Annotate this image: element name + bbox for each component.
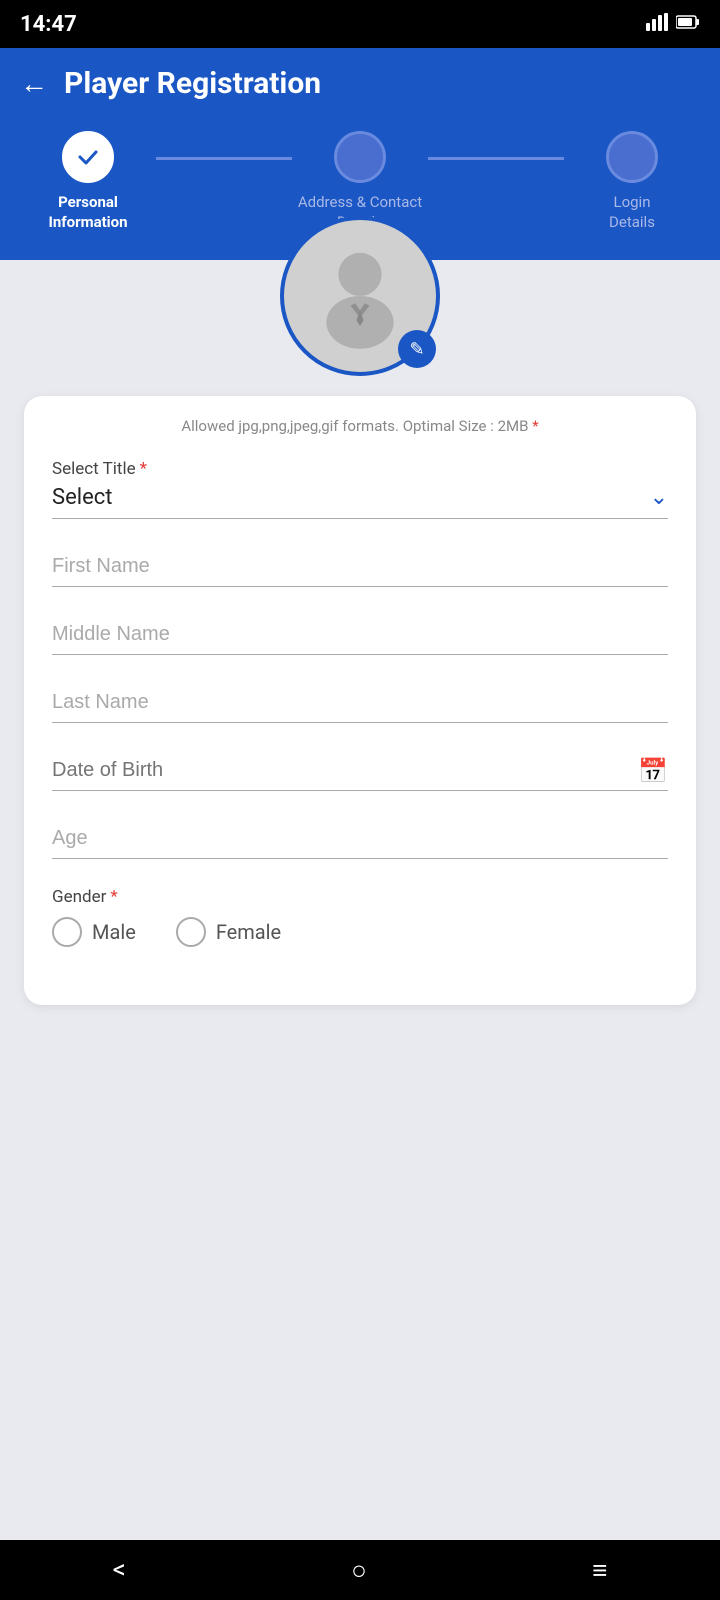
gender-female-option[interactable]: Female — [176, 917, 281, 947]
status-time: 14:47 — [20, 12, 77, 37]
status-icons — [646, 13, 700, 36]
middle-name-field-group — [52, 615, 668, 655]
age-field-group — [52, 819, 668, 859]
title-label: Select Title * — [52, 459, 668, 479]
nav-home-button[interactable]: ○ — [321, 1547, 397, 1594]
step-3-label: LoginDetails — [609, 193, 655, 232]
age-input[interactable] — [52, 819, 668, 859]
step-2-circle — [334, 131, 386, 183]
male-label: Male — [92, 920, 136, 944]
gender-male-option[interactable]: Male — [52, 917, 136, 947]
connector-1-2 — [156, 157, 292, 160]
chevron-down-icon: ⌄ — [650, 485, 668, 510]
calendar-icon[interactable]: 📅 — [638, 757, 668, 785]
nav-back-button[interactable]: < — [83, 1547, 156, 1593]
title-field-group: Select Title * Select ⌄ — [52, 459, 668, 519]
step-1-label: PersonalInformation — [48, 193, 127, 232]
connector-2-3 — [428, 157, 564, 160]
first-name-field-group — [52, 547, 668, 587]
title-select[interactable]: Select ⌄ — [52, 485, 668, 519]
edit-icon: ✎ — [409, 339, 424, 360]
main-content: ✎ Allowed jpg,png,jpeg,gif formats. Opti… — [0, 260, 720, 1540]
signal-icon — [646, 13, 668, 36]
status-bar: 14:47 — [0, 0, 720, 48]
last-name-input[interactable] — [52, 683, 668, 723]
avatar-section: ✎ — [280, 216, 440, 376]
photo-hint: Allowed jpg,png,jpeg,gif formats. Optima… — [52, 416, 668, 437]
gender-options: Male Female — [52, 917, 668, 947]
female-radio[interactable] — [176, 917, 206, 947]
step-login-details: LoginDetails — [564, 131, 700, 232]
back-button[interactable]: ← — [20, 67, 48, 100]
dob-input[interactable] — [52, 751, 638, 790]
title-select-value: Select — [52, 485, 112, 510]
middle-name-input[interactable] — [52, 615, 668, 655]
step-personal-info: PersonalInformation — [20, 131, 156, 232]
step-1-circle — [62, 131, 114, 183]
form-card: Allowed jpg,png,jpeg,gif formats. Optima… — [24, 396, 696, 1005]
avatar-wrapper: ✎ — [280, 216, 440, 376]
gender-label: Gender * — [52, 887, 668, 907]
nav-menu-button[interactable]: ≡ — [562, 1547, 637, 1594]
avatar-edit-button[interactable]: ✎ — [398, 330, 436, 368]
dob-field-group: 📅 — [52, 751, 668, 791]
dob-wrapper: 📅 — [52, 751, 668, 791]
bottom-nav: < ○ ≡ — [0, 1540, 720, 1600]
first-name-input[interactable] — [52, 547, 668, 587]
last-name-field-group — [52, 683, 668, 723]
battery-icon — [676, 14, 700, 35]
male-radio[interactable] — [52, 917, 82, 947]
step-3-circle — [606, 131, 658, 183]
gender-field-group: Gender * Male Female — [52, 887, 668, 947]
female-label: Female — [216, 920, 281, 944]
page-title: Player Registration — [64, 66, 321, 101]
